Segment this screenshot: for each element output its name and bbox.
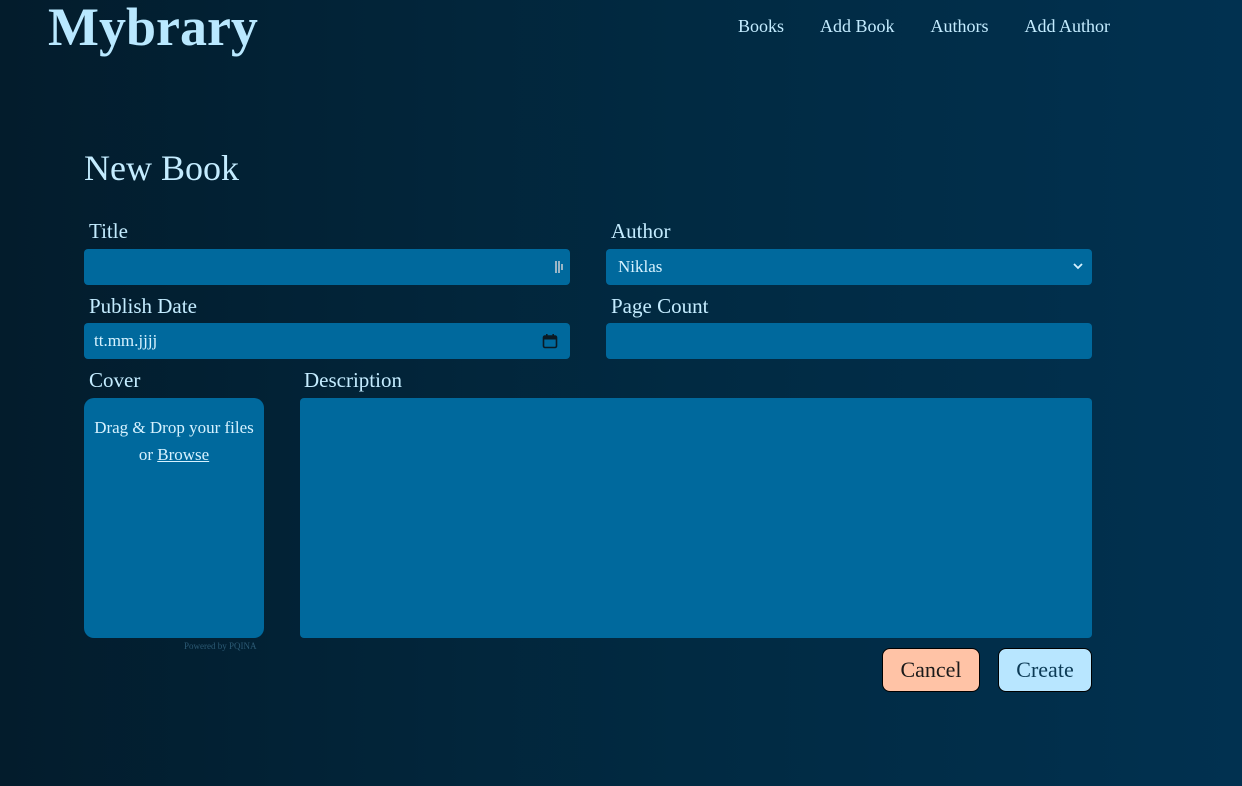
author-label: Author xyxy=(611,219,671,243)
create-button[interactable]: Create xyxy=(998,648,1092,692)
nav-books[interactable]: Books xyxy=(738,16,784,36)
author-selected-value: Niklas xyxy=(618,257,663,276)
publish-date-placeholder: tt.mm.jjjj xyxy=(94,331,158,350)
cancel-button[interactable]: Cancel xyxy=(882,648,980,692)
powered-by-text[interactable]: Powered by PQINA xyxy=(184,641,257,651)
title-input[interactable] xyxy=(84,249,570,285)
description-textarea[interactable] xyxy=(300,398,1092,638)
cover-label: Cover xyxy=(89,368,141,392)
page-count-label: Page Count xyxy=(611,294,709,318)
page-count-input[interactable] xyxy=(606,323,1092,359)
nav-add-author[interactable]: Add Author xyxy=(1025,16,1111,36)
logo-link[interactable]: Mybrary xyxy=(48,0,258,58)
nav-add-book[interactable]: Add Book xyxy=(820,16,895,36)
cover-dropzone[interactable]: Drag & Drop your files or Browse xyxy=(84,398,264,638)
author-select[interactable]: Niklas xyxy=(606,249,1092,285)
chevron-down-icon xyxy=(1073,263,1083,270)
browse-link[interactable]: Browse xyxy=(157,445,209,464)
publish-date-label: Publish Date xyxy=(89,294,197,318)
publish-date-input[interactable]: tt.mm.jjjj xyxy=(84,323,570,359)
title-label: Title xyxy=(89,219,128,243)
page-title: New Book xyxy=(84,148,239,188)
calendar-icon[interactable] xyxy=(542,333,558,349)
nav-authors[interactable]: Authors xyxy=(931,16,989,36)
autofill-icon[interactable] xyxy=(554,260,564,274)
description-label: Description xyxy=(304,368,402,392)
main-nav: Books Add Book Authors Add Author xyxy=(738,16,1110,36)
